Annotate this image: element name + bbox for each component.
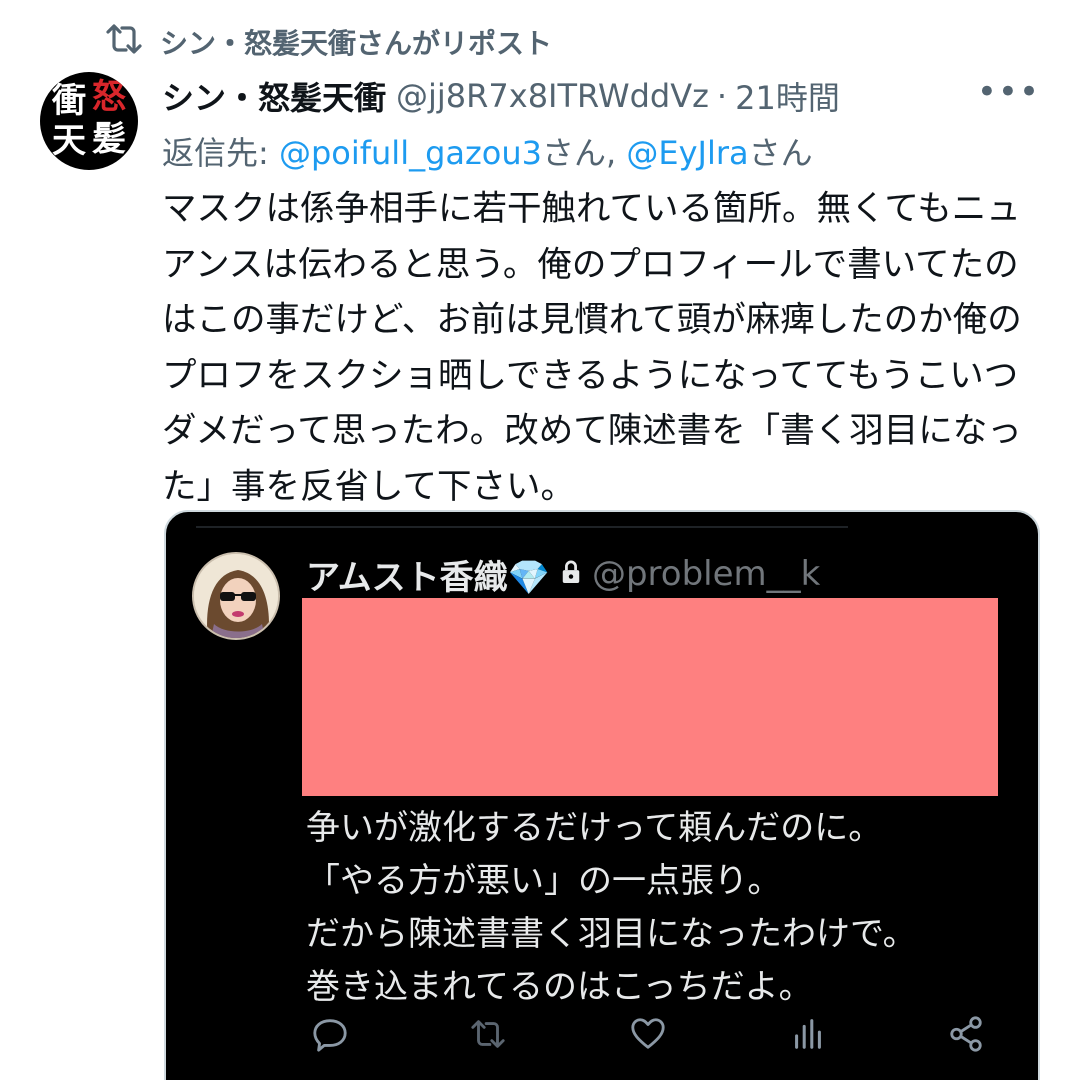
quoted-header: アムスト香織💎 @problem__k [306, 552, 821, 598]
avatar-char-1: 衝 [52, 81, 86, 121]
author-name[interactable]: シン・怒髪天衝 [162, 73, 386, 119]
tweet-line: マスクは係争相手に若干触れている箇所。無くてもニュ [162, 189, 1021, 229]
quoted-body: 争いが激化するだけって頼んだのに。 「やる方が悪い」の一点張り。 だから陳述書書… [306, 802, 917, 1014]
reply-mention-1[interactable]: @poifull_gazou3 [279, 134, 542, 172]
reply-suffix-2: さん [748, 134, 813, 172]
retweet-indicator[interactable]: シン・怒髪天衝さんがリポスト [104, 22, 552, 62]
tweet-line: アンスは伝わると思う。俺のプロフィールで書いてたの [162, 244, 1019, 285]
tweet-timestamp[interactable]: 21時間 [735, 73, 840, 119]
author-avatar[interactable]: 衝 怒 天 髪 [40, 72, 138, 170]
reply-icon [308, 1012, 352, 1056]
like-icon [626, 1012, 670, 1056]
more-options-icon[interactable]: ••• [977, 72, 1040, 112]
avatar-char-2: 怒 [92, 77, 126, 117]
quoted-author-name: アムスト香織💎 [306, 557, 550, 598]
retweet-icon [104, 22, 144, 63]
quoted-author-handle: @problem__k [591, 554, 821, 594]
quoted-line: 巻き込まれてるのはこっちだよ。 [306, 967, 813, 1007]
retweet-icon [466, 1012, 510, 1056]
reply-to-line: 返信先: @poifull_gazou3さん, @EyJlraさん [162, 128, 813, 174]
reply-to-prefix: 返信先: [162, 134, 279, 172]
quoted-line: だから陳述書書く羽目になったわけで。 [306, 914, 917, 954]
redaction-block [302, 598, 998, 796]
divider [196, 526, 848, 528]
avatar-char-4: 髪 [92, 119, 126, 159]
tweet-body: マスクは係争相手に若干触れている箇所。無くてもニュ アンスは伝わると思う。俺のプ… [162, 182, 1042, 515]
quoted-action-bar [166, 1012, 1038, 1062]
tweet-line: プロフをスクショ晒しできるようになっててもうこいつ [162, 355, 1019, 396]
retweet-label: シン・怒髪天衝さんがリポスト [160, 27, 553, 60]
quoted-author-avatar [192, 552, 280, 640]
tweet-line: はこの事だけど、お前は見慣れて頭が麻痺したのか俺の [162, 300, 1022, 340]
quoted-line: 争いが激化するだけって頼んだのに。 [306, 808, 883, 848]
quoted-line: 「やる方が悪い」の一点張り。 [306, 861, 782, 901]
share-icon [944, 1012, 988, 1056]
reply-mention-2[interactable]: @EyJlra [626, 134, 748, 172]
separator-dot: · [716, 77, 728, 115]
avatar-char-3: 天 [52, 121, 86, 161]
tweet-line: た」事を反省して下さい。 [162, 466, 575, 507]
tweet-line: ダメだって思ったわ。改めて陳述書を「書く羽目になっ [162, 411, 1022, 451]
tweet-header: シン・怒髪天衝 @jj8R7x8ITRWddVz · 21時間 ••• [162, 72, 1040, 119]
analytics-icon [786, 1012, 830, 1056]
lock-icon [560, 554, 582, 594]
quoted-screenshot-card[interactable]: アムスト香織💎 @problem__k 争いが激化するだけって頼んだのに。 「や… [164, 510, 1040, 1080]
author-handle[interactable]: @jj8R7x8ITRWddVz [396, 77, 709, 115]
reply-suffix-1: さん, [542, 134, 627, 172]
